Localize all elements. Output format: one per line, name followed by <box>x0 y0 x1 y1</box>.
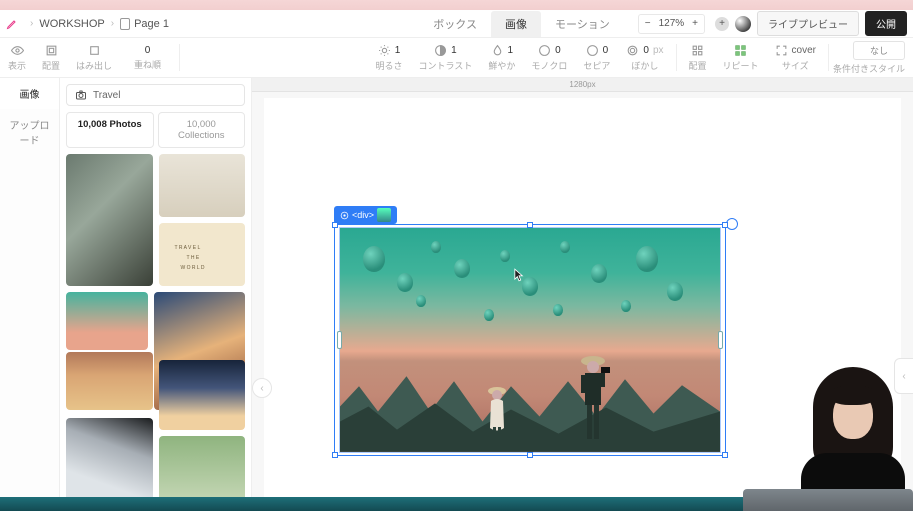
thumbnail-6[interactable] <box>66 352 153 410</box>
zoom-in-button[interactable]: + <box>692 19 698 29</box>
selection-thumb-icon <box>377 208 391 222</box>
resize-handle-bl[interactable] <box>332 452 338 458</box>
subtab-collections[interactable]: 10,000 Collections <box>158 112 246 148</box>
position-icon[interactable] <box>691 44 704 57</box>
search-value: Travel <box>93 90 120 101</box>
selection-bounds[interactable] <box>334 224 726 456</box>
publish-button[interactable]: 公開 <box>865 11 907 36</box>
tab-image[interactable]: 画像 <box>491 11 541 37</box>
conditional-none-button[interactable]: なし <box>853 41 905 60</box>
resize-handle-mt[interactable] <box>527 222 533 228</box>
size-fit-control[interactable]: cover <box>775 44 816 57</box>
add-button[interactable]: + <box>715 17 729 31</box>
thumbnail-2[interactable] <box>159 154 246 217</box>
contrast-icon <box>434 44 447 57</box>
breadcrumb-page[interactable]: Page 1 <box>120 18 169 30</box>
sepia-icon <box>586 44 599 57</box>
side-tab-upload[interactable]: アップロード <box>0 109 59 155</box>
tab-box[interactable]: ボックス <box>419 11 491 37</box>
selection-tag-chip[interactable]: <div> <box>334 206 397 224</box>
saturation-icon <box>491 44 504 57</box>
resize-handle-mb[interactable] <box>527 452 533 458</box>
repeat-icon[interactable] <box>734 44 747 57</box>
zoom-control[interactable]: − 127% + <box>638 14 705 34</box>
align-icon[interactable] <box>45 44 58 57</box>
tab-motion[interactable]: モーション <box>541 11 624 37</box>
live-preview-button[interactable]: ライブプレビュー <box>757 11 859 36</box>
brightness-icon <box>378 44 391 57</box>
grayscale-icon <box>538 44 551 57</box>
resize-handle-br[interactable] <box>722 452 728 458</box>
zoom-out-button[interactable]: − <box>645 19 651 29</box>
zoom-value: 127% <box>659 18 685 29</box>
thumbnail-4[interactable] <box>66 292 148 350</box>
thumbnail-7[interactable] <box>66 418 153 505</box>
resize-handle-tl[interactable] <box>332 222 338 228</box>
prop-display-label: 表示 <box>8 59 26 72</box>
thumbnail-8[interactable] <box>159 360 246 430</box>
prop-layer-value[interactable]: 0 <box>145 45 151 56</box>
thumbnail-9[interactable] <box>159 436 246 505</box>
side-tab-image[interactable]: 画像 <box>0 78 59 109</box>
resize-handle-tr[interactable] <box>722 222 728 228</box>
subtab-photos[interactable]: 10,008 Photos <box>66 112 154 148</box>
prop-align-label: 配置 <box>42 59 60 72</box>
laptop-edge <box>743 489 913 511</box>
prop-overflow-label: はみ出し <box>76 59 112 72</box>
conditional-style-label: 条件付きスタイル <box>833 62 905 75</box>
expand-icon <box>775 44 788 57</box>
breadcrumb-workshop[interactable]: WORKSHOP <box>39 18 104 30</box>
thumbnail-3[interactable]: T R A V E L T H E W O R L D <box>159 223 246 286</box>
overflow-icon[interactable] <box>88 44 101 57</box>
eye-icon[interactable] <box>11 44 24 57</box>
page-icon <box>120 18 130 30</box>
thumbnail-1[interactable] <box>66 154 153 286</box>
edit-icon[interactable] <box>6 18 18 30</box>
search-input[interactable]: Travel <box>66 84 245 106</box>
canvas-ruler: 1280px <box>252 78 913 92</box>
blur-icon <box>626 44 639 57</box>
collapse-panel-button[interactable]: ‹ <box>252 378 272 398</box>
target-icon <box>340 211 349 220</box>
camera-icon <box>75 89 87 101</box>
mouse-cursor-icon <box>514 268 524 282</box>
avatar[interactable] <box>735 16 751 32</box>
prop-layer-label: 重ね順 <box>134 58 161 71</box>
